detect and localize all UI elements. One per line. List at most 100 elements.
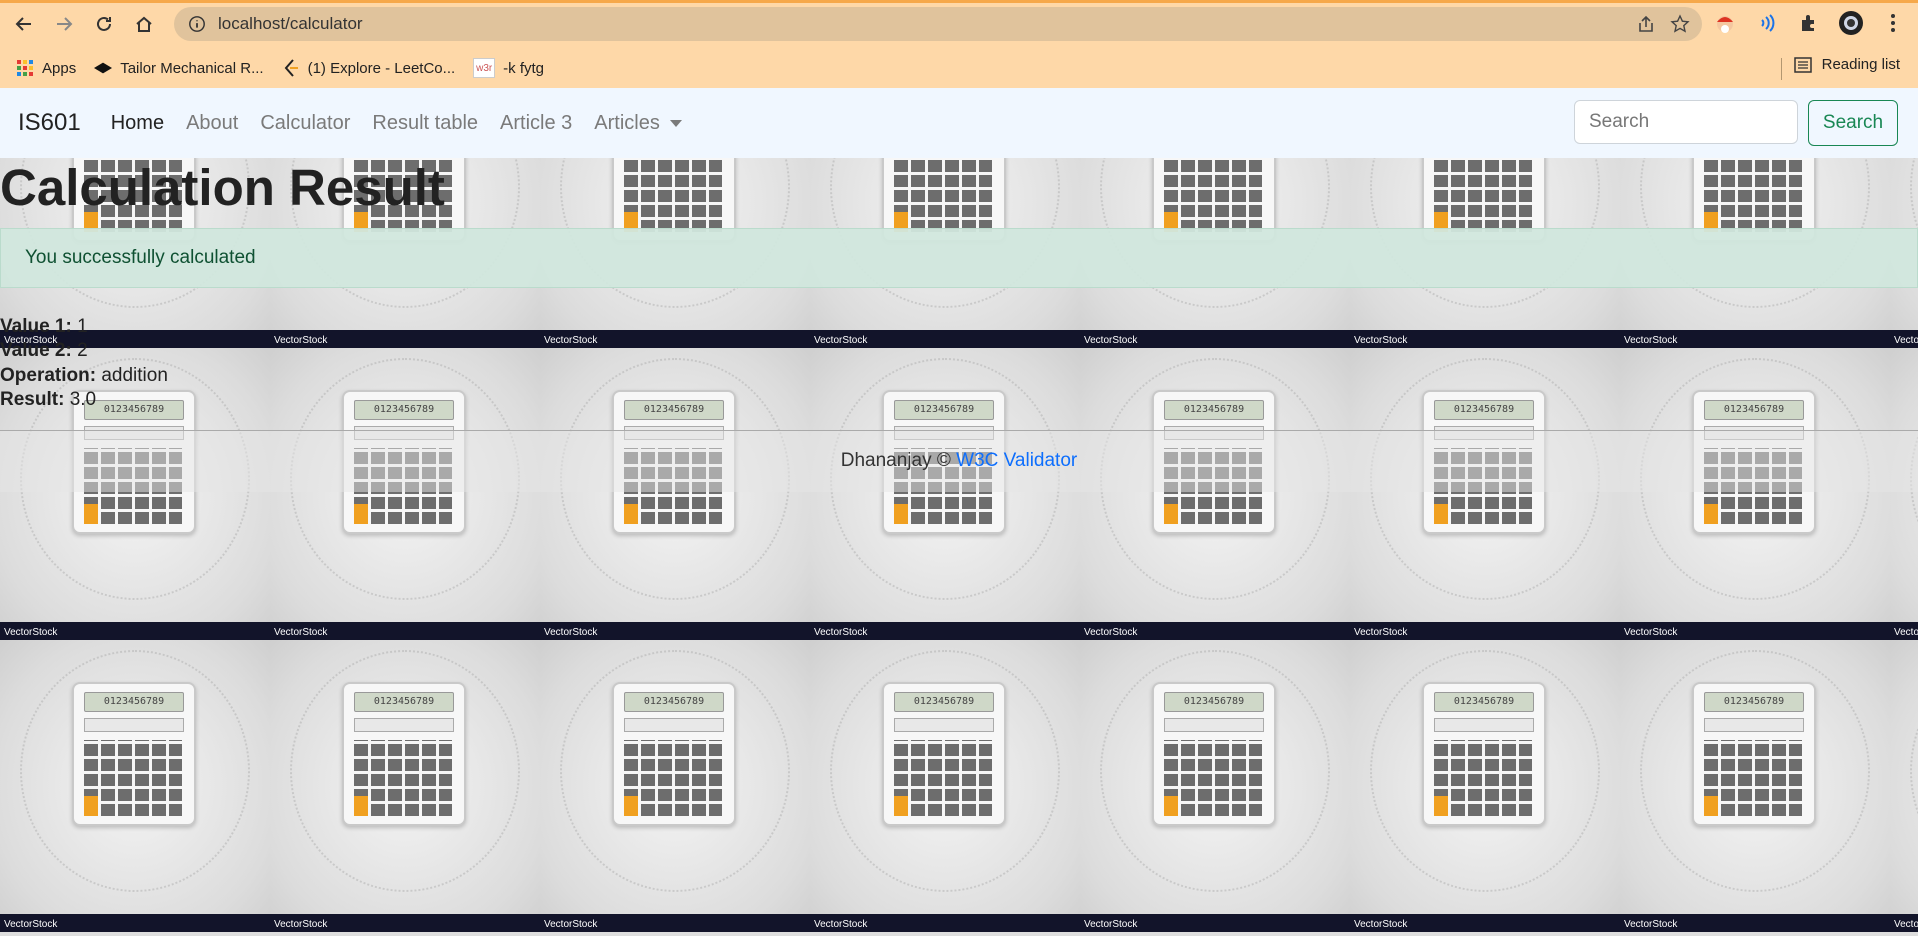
field-value: 3.0 xyxy=(69,389,97,410)
home-button[interactable] xyxy=(126,6,162,42)
calculator-image: 0123456789 xyxy=(1152,682,1276,826)
nav-link-article-3[interactable]: Article 3 xyxy=(500,112,572,135)
field-label: Result: xyxy=(0,389,65,410)
calculator-slot xyxy=(1704,718,1804,732)
calculator-keys xyxy=(1434,158,1532,232)
address-bar[interactable]: localhost/calculator xyxy=(174,7,1702,41)
nav-link-about[interactable]: About xyxy=(186,112,238,135)
calculator-keys xyxy=(894,158,992,232)
browser-menu-icon[interactable] xyxy=(1880,10,1906,36)
watermark-text: VectorStock xyxy=(4,919,58,930)
w3c-validator-link[interactable]: W3C Validator xyxy=(956,450,1077,471)
diamond-logo-icon xyxy=(94,59,113,77)
calculator-slot xyxy=(354,718,454,732)
watermark-bar: VectorStock xyxy=(1890,914,1918,932)
field-label: Operation: xyxy=(0,365,97,386)
nav-link-calculator[interactable]: Calculator xyxy=(260,112,350,135)
watermark-bar: VectorStock xyxy=(810,330,1080,348)
calculator-orange-key xyxy=(894,504,908,524)
reading-list-button[interactable]: Reading list xyxy=(1793,56,1900,73)
nav-link-home[interactable]: Home xyxy=(111,112,164,135)
watermark-text: VectorStock xyxy=(1354,627,1408,638)
share-icon[interactable] xyxy=(1636,14,1656,34)
value-1-row: Value 1: 1 xyxy=(0,316,88,338)
calculator-keys xyxy=(354,740,452,816)
search-button[interactable]: Search xyxy=(1808,100,1898,146)
calculator-orange-key xyxy=(354,504,368,524)
calculator-screen: 0123456789 xyxy=(354,400,454,420)
calculator-orange-key xyxy=(1704,504,1718,524)
santa-extension-icon[interactable] xyxy=(1712,10,1738,36)
calculator-screen: 0123456789 xyxy=(1434,692,1534,712)
field-label: Value 2: xyxy=(0,340,72,361)
watermark-bar: VectorStock xyxy=(0,914,270,932)
calculator-screen: 0123456789 xyxy=(894,400,994,420)
calculator-orange-key xyxy=(624,796,638,816)
calculator-image: 0123456789 xyxy=(342,682,466,826)
calculator-slot xyxy=(1164,718,1264,732)
field-value: 2 xyxy=(77,340,88,361)
bookmark-tailor[interactable]: Tailor Mechanical R... xyxy=(94,59,264,77)
calculator-screen: 0123456789 xyxy=(1164,400,1264,420)
watermark-bar: VectorStock xyxy=(1620,622,1890,640)
watermark-text: VectorStock xyxy=(1624,919,1678,930)
audio-waves-extension-icon[interactable] xyxy=(1754,10,1780,36)
watermark-bar: VectorStock xyxy=(810,622,1080,640)
calculator-keys xyxy=(1434,740,1532,816)
profile-avatar[interactable] xyxy=(1838,10,1864,36)
url-text[interactable]: localhost/calculator xyxy=(218,14,363,34)
watermark-text: VectorStock xyxy=(1084,627,1138,638)
watermark-bar: VectorStock xyxy=(1890,622,1918,640)
watermark-bar: VectorStock xyxy=(270,622,540,640)
bookmarks-bar: Apps Tailor Mechanical R... (1) Explore … xyxy=(0,48,1918,88)
footer: Dhananjay © W3C Validator xyxy=(0,450,1918,472)
bookmark-label: -k fytg xyxy=(503,59,544,77)
forward-button[interactable] xyxy=(46,6,82,42)
watermark-bar: VectorStock xyxy=(540,330,810,348)
watermark-text: VectorStock xyxy=(814,627,868,638)
calculator-screen: 0123456789 xyxy=(1704,400,1804,420)
background-tile: 0123456789 VectorStock xyxy=(1350,640,1620,932)
watermark-bar: VectorStock xyxy=(1620,330,1890,348)
watermark-text: VectorStock xyxy=(1084,919,1138,930)
success-alert: You successfully calculated xyxy=(0,228,1918,288)
bookmark-label: (1) Explore - LeetCo... xyxy=(307,59,456,77)
search-input[interactable] xyxy=(1574,100,1798,144)
watermark-bar: VectorStock xyxy=(1620,914,1890,932)
watermark-bar: VectorStock xyxy=(1350,622,1620,640)
field-label: Value 1: xyxy=(0,316,72,337)
field-value: 1 xyxy=(77,316,88,337)
reading-list-icon xyxy=(1793,56,1812,73)
nav-dropdown-articles[interactable]: Articles xyxy=(594,112,682,135)
watermark-bar: VectorStock xyxy=(1080,622,1350,640)
page-content: 0123456789 VectorStock 0123456789 VectorSto… xyxy=(0,158,1918,936)
info-icon[interactable] xyxy=(188,15,206,33)
bookmarks-separator xyxy=(1781,58,1782,80)
calculator-keys xyxy=(84,740,182,816)
reload-button[interactable] xyxy=(86,6,122,42)
watermark-text: VectorStock xyxy=(274,335,328,346)
star-icon[interactable] xyxy=(1670,14,1690,34)
watermark-bar: VectorStock xyxy=(270,914,540,932)
watermark-bar: VectorStock xyxy=(1350,914,1620,932)
calculator-screen: 0123456789 xyxy=(1704,692,1804,712)
watermark-text: VectorStock xyxy=(544,919,598,930)
w3-icon: w3r xyxy=(473,58,496,78)
value-2-row: Value 2: 2 xyxy=(0,340,88,362)
calculator-image: 0123456789 xyxy=(72,682,196,826)
bookmark-apps[interactable]: Apps xyxy=(16,59,76,77)
nav-links: Home About Calculator Result table Artic… xyxy=(111,112,682,135)
bookmark-w3r[interactable]: w3r -k fytg xyxy=(473,58,544,78)
calculator-orange-key xyxy=(1434,796,1448,816)
watermark-bar: VectorStock xyxy=(0,622,270,640)
puzzle-extensions-icon[interactable] xyxy=(1796,10,1822,36)
back-button[interactable] xyxy=(6,6,42,42)
watermark-bar: VectorStock xyxy=(1890,330,1918,348)
background-tile: 0123456789 VectorStock xyxy=(540,348,810,640)
watermark-text: VectorStock xyxy=(1894,627,1918,638)
navbar-brand[interactable]: IS601 xyxy=(18,109,81,137)
watermark-bar: VectorStock xyxy=(1350,330,1620,348)
page-title: Calculation Result xyxy=(0,159,445,216)
bookmark-leetcode[interactable]: (1) Explore - LeetCo... xyxy=(282,59,456,77)
nav-link-result-table[interactable]: Result table xyxy=(372,112,478,135)
